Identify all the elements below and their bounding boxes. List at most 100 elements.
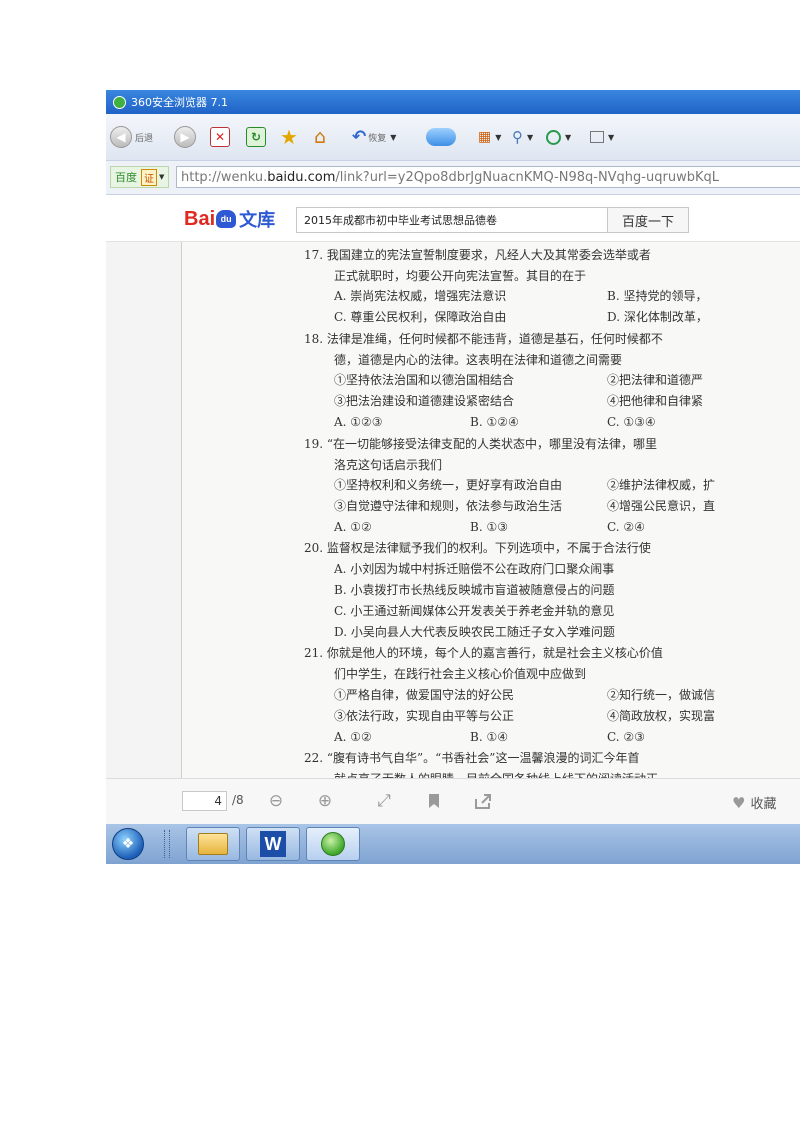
windows-logo-icon: ❖	[121, 836, 135, 852]
site-certificate[interactable]: 百度 证 ▼	[110, 166, 170, 188]
logo-text-wenku: 文库	[239, 210, 276, 230]
option-text: ④把他律和自律紧	[607, 394, 704, 408]
option-text: B. ①②④	[470, 415, 519, 429]
document-area: 17. 我国建立的宪法宣誓制度要求，凡经人大及其常委会选举或者 正式就职时，均要…	[106, 242, 800, 786]
browser-title-bar: 360安全浏览器 7.1	[106, 90, 800, 114]
question-20-option-b: B. 小袁拨打市长热线反映城市盲道被随意侵占的问题	[334, 583, 615, 597]
refresh-button[interactable]: ↻	[246, 125, 266, 149]
favorites-button[interactable]: ★	[280, 125, 298, 149]
question-18-line2: 德，道德是内心的法律。这表明在法律和道德之间需要	[334, 353, 623, 367]
stop-button[interactable]: ✕	[210, 125, 230, 149]
browser-title: 360安全浏览器 7.1	[131, 96, 228, 109]
window-button[interactable]: ▼	[590, 125, 614, 149]
browser-icon	[321, 832, 345, 856]
magnifier-icon: ⚲	[512, 128, 523, 146]
start-button[interactable]: ❖	[112, 828, 144, 860]
home-button[interactable]: ⌂	[314, 125, 326, 149]
shield-icon	[546, 129, 561, 145]
url-rest: /link?url=y2Qpo8dbrJgNuacnKMQ-N98q-NVqhg…	[335, 169, 719, 185]
cloud-icon	[426, 128, 456, 146]
option-text: B. 坚持党的领导，	[607, 289, 708, 303]
viewer-toolbar: 4 /8 ⊖ ⊕ ⤢ ♥ 收藏	[106, 778, 800, 825]
certificate-badge: 证	[141, 168, 157, 186]
windows-taskbar: ❖ W	[106, 824, 800, 864]
url-domain: baidu.com	[267, 169, 336, 185]
back-arrow-icon: ◀	[110, 126, 132, 148]
question-21: 21. 你就是他人的环境，每个人的嘉言善行，就是社会主义核心价值	[304, 646, 663, 660]
restore-label: 恢复	[368, 133, 387, 144]
option-text: ①严格自律，做爱国守法的好公民	[334, 688, 515, 702]
heart-icon: ♥	[732, 793, 746, 812]
search-button[interactable]: 百度一下	[607, 207, 689, 233]
site-name: 百度	[115, 171, 137, 184]
back-button[interactable]: ◀ 后退	[110, 125, 153, 149]
option-text: ②维护法律权威，扩	[607, 478, 716, 492]
baidu-wenku-logo[interactable]: Bai du 文库	[184, 206, 275, 232]
option-text: A. ①②	[334, 520, 372, 534]
page-total: /8	[232, 793, 244, 807]
option-text: ④简政放权，实现富	[607, 709, 716, 723]
option-text: D. 深化体制改革，	[607, 310, 708, 324]
taskbar-wps[interactable]: W	[246, 827, 300, 861]
stop-icon: ✕	[210, 127, 230, 147]
option-text: A. ①②	[334, 730, 372, 744]
screenshot: 360安全浏览器 7.1 ◀ 后退 ▶ ✕ ↻ ★ ⌂ ↶ 恢复 ▼ ▦ ▼ ⚲…	[106, 90, 800, 864]
favorite-label: 收藏	[750, 797, 777, 812]
option-text: ④增强公民意识，直	[607, 499, 716, 513]
option-text: B. ①③	[470, 520, 508, 534]
favorite-button[interactable]: ♥ 收藏	[732, 793, 777, 813]
question-19: 19. “在一切能够接受法律支配的人类状态中，哪里没有法律，哪里	[304, 437, 658, 451]
taskbar-grip	[164, 830, 170, 858]
option-text: ②知行统一，做诚信	[607, 688, 716, 702]
chevron-down-icon: ▼	[565, 132, 572, 142]
baidu-wenku-header: Bai du 文库 2015年成都市初中毕业考试思想品德卷 百度一下	[106, 195, 800, 242]
apps-button[interactable]: ▦ ▼	[478, 125, 501, 149]
refresh-icon: ↻	[246, 127, 266, 147]
option-text: ③把法治建设和道德建设紧密结合	[334, 394, 515, 408]
question-20: 20. 监督权是法律赋予我们的权利。下列选项中，不属于合法行使	[304, 541, 651, 555]
question-18: 18. 法律是准绳，任何时候都不能违背，道德是基石，任何时候都不	[304, 332, 663, 346]
url-input[interactable]: http://wenku. baidu.com/link?url=y2Qpo8db…	[176, 166, 800, 188]
apps-grid-icon: ▦	[478, 129, 492, 145]
fullscreen-icon[interactable]: ⤢	[374, 791, 394, 811]
address-bar: 百度 证 ▼ http://wenku. baidu.com/link?url=y…	[106, 161, 800, 195]
option-text: C. ②③	[607, 730, 645, 744]
security-button[interactable]: ▼	[546, 125, 571, 149]
home-icon: ⌂	[314, 126, 327, 148]
option-text: C. ①③④	[607, 415, 656, 429]
question-20-option-c: C. 小王通过新闻媒体公开发表关于养老金并轨的意见	[334, 604, 615, 618]
zoom-in-icon[interactable]: ⊕	[315, 791, 335, 811]
zoom-out-icon[interactable]: ⊖	[266, 791, 286, 811]
option-text: C. 尊重公民权利，保障政治自由	[334, 310, 507, 324]
chevron-down-icon: ▼	[608, 132, 615, 142]
question-17: 17. 我国建立的宪法宣誓制度要求，凡经人大及其常委会选举或者	[304, 248, 651, 262]
chevron-down-icon: ▼	[527, 132, 534, 142]
chevron-down-icon: ▼	[495, 132, 502, 142]
option-text: ③依法行政，实现自由平等与公正	[334, 709, 515, 723]
taskbar-browser[interactable]	[306, 827, 360, 861]
question-21-line2: 们中学生，在践行社会主义核心价值观中应做到	[334, 667, 587, 681]
forward-arrow-icon: ▶	[174, 126, 196, 148]
folder-icon	[198, 833, 228, 855]
question-20-option-d: D. 小吴向县人大代表反映农民工随迁子女入学难问题	[334, 625, 615, 639]
question-19-line2: 洛克这句话启示我们	[334, 458, 443, 472]
option-text: B. ①④	[470, 730, 508, 744]
taskbar-explorer[interactable]	[186, 827, 240, 861]
window-icon	[590, 131, 604, 143]
question-22: 22. “腹有诗书气自华”。“书香社会”这一温馨浪漫的词汇今年首	[304, 751, 640, 765]
share-icon[interactable]	[473, 791, 493, 811]
forward-button[interactable]: ▶	[174, 125, 196, 149]
bookmark-icon[interactable]	[424, 791, 444, 811]
search-tool-button[interactable]: ⚲ ▼	[512, 125, 533, 149]
option-text: A. ①②③	[334, 415, 383, 429]
option-text: ②把法律和道德严	[607, 373, 704, 387]
page-number-input[interactable]: 4	[182, 791, 227, 811]
logo-text-bai: Bai	[184, 207, 216, 230]
paw-icon: du	[216, 210, 237, 228]
search-input[interactable]: 2015年成都市初中毕业考试思想品德卷	[296, 207, 608, 233]
cloud-button[interactable]	[426, 125, 456, 149]
option-text: A. 崇尚宪法权威，增强宪法意识	[334, 289, 507, 303]
question-20-option-a: A. 小刘因为城中村拆迁赔偿不公在政府门口聚众闹事	[334, 562, 615, 576]
option-text: ①坚持权利和义务统一，更好享有政治自由	[334, 478, 563, 492]
restore-button[interactable]: ↶ 恢复 ▼	[352, 125, 396, 149]
